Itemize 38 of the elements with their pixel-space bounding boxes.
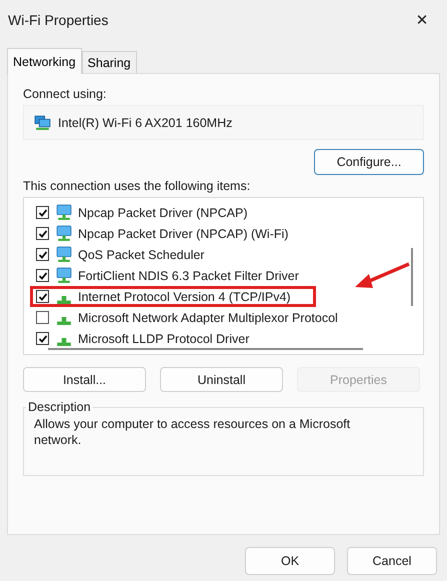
monitor-icon [55, 246, 72, 263]
item-label[interactable]: Internet Protocol Version 4 (TCP/IPv4) [78, 290, 291, 304]
network-adapter-icon [34, 114, 51, 131]
tab[interactable]: Networking [7, 48, 82, 74]
item-label[interactable]: Microsoft LLDP Protocol Driver [78, 332, 250, 346]
checkbox[interactable] [36, 206, 49, 219]
list-action-button[interactable]: Uninstall [160, 367, 283, 392]
item-label[interactable]: QoS Packet Scheduler [78, 248, 204, 262]
scrollbar-thumb[interactable] [411, 248, 413, 306]
connect-using-label: Connect using: [23, 87, 108, 101]
dialog-button[interactable]: OK [245, 547, 335, 575]
adapter-name: Intel(R) Wi-Fi 6 AX201 160MHz [58, 116, 232, 130]
checkbox[interactable] [36, 248, 49, 261]
list-action-button[interactable]: Install... [23, 367, 146, 392]
network-protocol-icon [57, 296, 71, 304]
checkbox[interactable] [36, 311, 49, 324]
network-protocol-icon [57, 317, 71, 325]
tab[interactable]: Sharing [82, 51, 137, 73]
close-button[interactable]: ✕ [407, 5, 437, 35]
item-label[interactable]: Npcap Packet Driver (NPCAP) (Wi-Fi) [78, 226, 288, 240]
checkbox[interactable] [36, 269, 49, 282]
items-label: This connection uses the following items: [23, 179, 252, 193]
monitor-icon [55, 267, 72, 284]
item-label[interactable]: Microsoft Network Adapter Multiplexor Protocol [78, 310, 338, 324]
window-title: Wi-Fi Properties [8, 12, 108, 28]
horizontal-scrollbar[interactable] [48, 348, 363, 350]
item-label[interactable]: Npcap Packet Driver (NPCAP) [78, 206, 248, 220]
network-protocol-icon [57, 338, 71, 346]
checkbox[interactable] [36, 290, 49, 303]
dialog-button[interactable]: Cancel [347, 547, 437, 575]
description-text: Allows your computer to access resources on a Microsoft network. [34, 416, 352, 448]
checkbox[interactable] [36, 227, 49, 240]
monitor-icon [55, 225, 72, 242]
description-title: Description [27, 400, 92, 414]
configure-button[interactable]: Configure... [314, 149, 424, 175]
monitor-icon [55, 204, 72, 221]
checkbox[interactable] [36, 332, 49, 345]
item-label[interactable]: FortiClient NDIS 6.3 Packet Filter Driver [78, 268, 299, 282]
